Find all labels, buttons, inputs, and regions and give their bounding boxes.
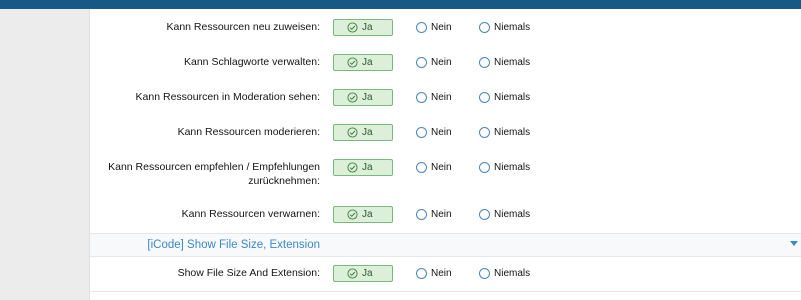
option-never-label: Niemals <box>494 162 531 173</box>
radio-circle-icon <box>479 209 490 220</box>
check-circle-icon <box>347 162 358 173</box>
radio-circle-icon <box>416 127 427 138</box>
permission-label: Kann Ressourcen moderieren: <box>177 126 320 138</box>
option-no[interactable]: Nein <box>416 265 456 282</box>
option-never-label: Niemals <box>494 268 531 279</box>
radio-circle-icon <box>416 92 427 103</box>
permission-label: Kann Ressourcen in Moderation sehen: <box>135 91 320 103</box>
option-never-label: Niemals <box>494 209 531 220</box>
permission-label: Kann Ressourcen verwarnen: <box>181 208 320 220</box>
option-yes-label: Ja <box>362 92 373 103</box>
radio-circle-icon <box>479 22 490 33</box>
option-never-label: Niemals <box>494 92 531 103</box>
radio-circle-icon <box>416 162 427 173</box>
permission-label: Show File Size And Extension: <box>177 267 320 279</box>
radio-circle-icon <box>479 162 490 173</box>
check-circle-icon <box>347 127 358 138</box>
check-circle-icon <box>347 209 358 220</box>
option-yes-selected[interactable]: Ja <box>333 265 393 282</box>
option-yes-label: Ja <box>362 57 373 68</box>
permission-label: Kann Schlagworte verwalten: <box>184 56 320 68</box>
option-never[interactable]: Niemals <box>479 19 534 36</box>
option-no[interactable]: Nein <box>416 206 456 223</box>
option-yes-label: Ja <box>362 209 373 220</box>
radio-circle-icon <box>416 22 427 33</box>
option-no-label: Nein <box>431 127 452 138</box>
option-never-label: Niemals <box>494 57 531 68</box>
option-never[interactable]: Niemals <box>479 54 534 71</box>
permission-row-reassign: Kann Ressourcen neu zuweisen: Ja Nein Ni… <box>90 19 801 41</box>
radio-circle-icon <box>479 57 490 68</box>
section-header-icode[interactable]: [iCode] Show File Size, Extension <box>90 233 801 257</box>
permissions-panel: Kann Ressourcen neu zuweisen: Ja Nein Ni… <box>89 9 801 300</box>
option-yes-selected[interactable]: Ja <box>333 54 393 71</box>
option-yes-label: Ja <box>362 127 373 138</box>
option-no-label: Nein <box>431 162 452 173</box>
option-yes-selected[interactable]: Ja <box>333 19 393 36</box>
section-title: [iCode] Show File Size, Extension <box>147 239 320 251</box>
radio-circle-icon <box>416 209 427 220</box>
option-never[interactable]: Niemals <box>479 206 534 223</box>
permission-row-warn: Kann Ressourcen verwarnen: Ja Nein Niema… <box>90 206 801 228</box>
radio-circle-icon <box>479 268 490 279</box>
option-yes-label: Ja <box>362 268 373 279</box>
permission-row-manage-tags: Kann Schlagworte verwalten: Ja Nein Niem… <box>90 54 801 76</box>
option-never[interactable]: Niemals <box>479 124 534 141</box>
option-yes-label: Ja <box>362 22 373 33</box>
permission-label: Kann Ressourcen empfehlen / Empfehlungen… <box>108 161 320 187</box>
option-never[interactable]: Niemals <box>479 159 534 176</box>
left-gutter <box>0 9 89 300</box>
option-no[interactable]: Nein <box>416 54 456 71</box>
check-circle-icon <box>347 92 358 103</box>
option-never-label: Niemals <box>494 22 531 33</box>
radio-circle-icon <box>479 92 490 103</box>
option-never-label: Niemals <box>494 127 531 138</box>
option-yes-selected[interactable]: Ja <box>333 206 393 223</box>
radio-circle-icon <box>416 268 427 279</box>
permission-row-moderate: Kann Ressourcen moderieren: Ja Nein Niem… <box>90 124 801 146</box>
option-no-label: Nein <box>431 209 452 220</box>
option-no[interactable]: Nein <box>416 159 456 176</box>
option-yes-selected[interactable]: Ja <box>333 124 393 141</box>
top-header-bar <box>0 0 801 9</box>
permission-row-show-file-size: Show File Size And Extension: Ja Nein Ni… <box>90 265 801 287</box>
option-yes-selected[interactable]: Ja <box>333 89 393 106</box>
option-no-label: Nein <box>431 57 452 68</box>
option-no[interactable]: Nein <box>416 89 456 106</box>
option-never[interactable]: Niemals <box>479 89 534 106</box>
check-circle-icon <box>347 57 358 68</box>
option-no-label: Nein <box>431 92 452 103</box>
option-yes-selected[interactable]: Ja <box>333 159 393 176</box>
radio-circle-icon <box>479 127 490 138</box>
permission-row-view-moderated: Kann Ressourcen in Moderation sehen: Ja … <box>90 89 801 111</box>
permission-row-feature: Kann Ressourcen empfehlen / Empfehlungen… <box>90 159 801 195</box>
option-never[interactable]: Niemals <box>479 265 534 282</box>
option-no-label: Nein <box>431 22 452 33</box>
option-no[interactable]: Nein <box>416 19 456 36</box>
radio-circle-icon <box>416 57 427 68</box>
row-divider <box>90 291 801 292</box>
option-no-label: Nein <box>431 268 452 279</box>
option-no[interactable]: Nein <box>416 124 456 141</box>
permission-label: Kann Ressourcen neu zuweisen: <box>166 21 320 33</box>
check-circle-icon <box>347 22 358 33</box>
caret-down-icon[interactable] <box>790 241 798 246</box>
option-yes-label: Ja <box>362 162 373 173</box>
check-circle-icon <box>347 268 358 279</box>
